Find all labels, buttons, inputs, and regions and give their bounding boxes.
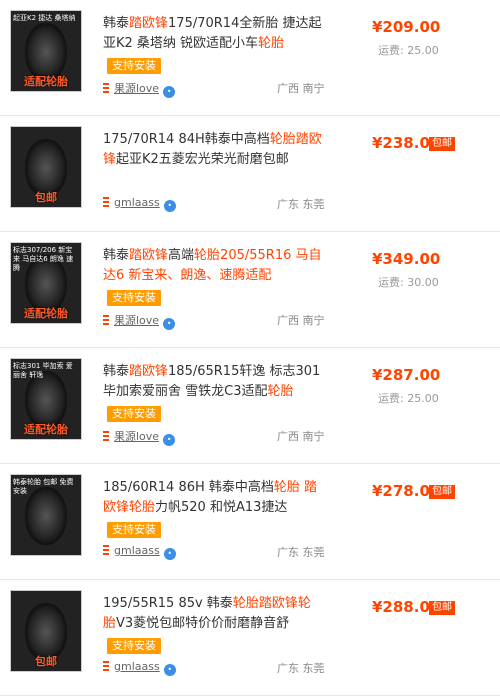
wangwang-chat-icon[interactable]: • — [163, 434, 176, 446]
price: ¥287.00 — [372, 366, 441, 384]
title-segment: 195/55R15 85v 韩泰 — [103, 596, 233, 611]
install-tag: 支持安装 — [107, 638, 161, 654]
thumbnail-caption: 韩泰轮胎 包邮 免费安装 — [13, 478, 74, 495]
product-title[interactable]: 195/55R15 85v 韩泰轮胎踏欧锋轮胎V3菱悦包邮特价价耐磨静音舒 — [103, 594, 323, 634]
product-item[interactable]: 标志307/206 新宝来 马自达6 朗逸 速腾 适配轮胎 韩泰踏欧锋高端轮胎205… — [0, 232, 500, 348]
wangwang-chat-icon[interactable]: • — [163, 200, 176, 212]
thumbnail-caption: 标志307/206 新宝来 马自达6 朗逸 速腾 — [13, 246, 74, 272]
title-segment: 175/70R14 84H韩泰中高档 — [103, 132, 270, 147]
title-segment: 力帆520 和悦A13捷达 — [155, 500, 288, 515]
product-title[interactable]: 185/60R14 86H 韩泰中高档轮胎 踏欧锋轮胎力帆520 和悦A13捷达 — [103, 478, 323, 518]
seller-location: 广东 东莞 — [277, 546, 325, 559]
product-thumbnail[interactable]: 包邮 — [10, 126, 82, 208]
title-segment: 踏欧锋 — [129, 248, 169, 263]
shop-level-icon — [103, 315, 109, 325]
price: ¥209.00 — [372, 18, 441, 36]
thumbnail-badge: 适配轮胎 — [24, 423, 68, 436]
shop-level-icon — [103, 545, 109, 555]
shipping-fee: 运费: 30.00 — [378, 276, 439, 289]
title-segment: 高端 — [168, 248, 195, 263]
install-tag: 支持安装 — [107, 290, 161, 306]
shipping-fee: 运费: 25.00 — [378, 392, 439, 405]
product-item[interactable]: 起亚K2 捷达 桑塔纳 适配轮胎 韩泰踏欧锋175/70R14全新胎 捷达起亚K2 … — [0, 0, 500, 116]
seller-name-link[interactable]: 果源love — [114, 314, 159, 327]
product-thumbnail[interactable]: 包邮 — [10, 590, 82, 672]
price: ¥349.00 — [372, 250, 441, 268]
free-shipping-badge: 包邮 — [429, 137, 455, 151]
seller-name-link[interactable]: gmlaass — [114, 544, 160, 557]
title-segment: 踏欧锋 — [129, 16, 169, 31]
title-segment: 起亚K2五菱宏光荣光耐磨包邮 — [116, 152, 289, 167]
seller-info: gmlaass • — [103, 196, 176, 212]
title-segment: 韩泰 — [103, 364, 130, 379]
free-shipping-badge: 包邮 — [429, 601, 455, 615]
seller-location: 广西 南宁 — [277, 430, 325, 443]
title-segment: 185/60R14 86H 韩泰中高档 — [103, 480, 274, 495]
seller-info: 果源love • — [103, 80, 176, 98]
product-item[interactable]: 标志301 毕加索 爱丽舍 轩逸 适配轮胎 韩泰踏欧锋185/65R15轩逸 标志3… — [0, 348, 500, 464]
thumbnail-badge: 包邮 — [35, 655, 57, 668]
wangwang-chat-icon[interactable]: • — [163, 548, 176, 560]
wangwang-chat-icon[interactable]: • — [163, 318, 176, 330]
product-item[interactable]: 韩泰轮胎 包邮 免费安装 185/60R14 86H 韩泰中高档轮胎 踏欧锋轮胎力… — [0, 464, 500, 580]
product-title[interactable]: 韩泰踏欧锋高端轮胎205/55R16 马自达6 新宝来、朗逸、速腾适配 — [103, 246, 323, 286]
seller-location: 广东 东莞 — [277, 198, 325, 211]
thumbnail-caption: 起亚K2 捷达 桑塔纳 — [13, 14, 76, 22]
seller-location: 广东 东莞 — [277, 662, 325, 675]
thumbnail-badge: 包邮 — [35, 191, 57, 204]
thumbnail-caption: 标志301 毕加索 爱丽舍 轩逸 — [13, 362, 73, 379]
seller-info: gmlaass • — [103, 660, 176, 676]
thumbnail-badge: 适配轮胎 — [24, 307, 68, 320]
shop-level-icon — [103, 431, 109, 441]
install-tag: 支持安装 — [107, 522, 161, 538]
shop-level-icon — [103, 197, 109, 207]
wangwang-chat-icon[interactable]: • — [163, 86, 176, 98]
product-thumbnail[interactable]: 标志307/206 新宝来 马自达6 朗逸 速腾适配轮胎 — [10, 242, 82, 324]
shipping-fee: 运费: 25.00 — [378, 44, 439, 57]
title-segment: 韩泰 — [103, 248, 130, 263]
seller-name-link[interactable]: gmlaass — [114, 660, 160, 673]
title-segment: 轮胎 — [267, 384, 294, 399]
free-shipping-badge: 包邮 — [429, 485, 455, 499]
title-segment: V3菱悦包邮特价价耐磨静音舒 — [116, 616, 290, 631]
shop-level-icon — [103, 83, 109, 93]
seller-location: 广西 南宁 — [277, 82, 325, 95]
seller-name-link[interactable]: 果源love — [114, 82, 159, 95]
seller-location: 广西 南宁 — [277, 314, 325, 327]
product-title[interactable]: 175/70R14 84H韩泰中高档轮胎踏欧锋起亚K2五菱宏光荣光耐磨包邮 — [103, 130, 323, 170]
product-item[interactable]: 包邮 195/55R15 85v 韩泰轮胎踏欧锋轮胎V3菱悦包邮特价价耐磨静音舒支… — [0, 580, 500, 696]
seller-name-link[interactable]: 果源love — [114, 430, 159, 443]
title-segment: 韩泰 — [103, 16, 130, 31]
product-thumbnail[interactable]: 韩泰轮胎 包邮 免费安装 — [10, 474, 82, 556]
product-item[interactable]: 包邮 175/70R14 84H韩泰中高档轮胎踏欧锋起亚K2五菱宏光荣光耐磨包邮 g… — [0, 116, 500, 232]
shop-level-icon — [103, 661, 109, 671]
install-tag: 支持安装 — [107, 58, 161, 74]
title-segment: 踏欧锋 — [129, 364, 169, 379]
product-thumbnail[interactable]: 标志301 毕加索 爱丽舍 轩逸适配轮胎 — [10, 358, 82, 440]
title-segment: 轮胎 — [258, 36, 285, 51]
wangwang-chat-icon[interactable]: • — [163, 664, 176, 676]
seller-info: gmlaass • — [103, 544, 176, 560]
product-title[interactable]: 韩泰踏欧锋185/65R15轩逸 标志301毕加索爱丽舍 雪铁龙C3适配轮胎 — [103, 362, 323, 402]
product-thumbnail[interactable]: 起亚K2 捷达 桑塔纳适配轮胎 — [10, 10, 82, 92]
install-tag: 支持安装 — [107, 406, 161, 422]
seller-info: 果源love • — [103, 428, 176, 446]
seller-name-link[interactable]: gmlaass — [114, 196, 160, 209]
product-title[interactable]: 韩泰踏欧锋175/70R14全新胎 捷达起亚K2 桑塔纳 锐欧适配小车轮胎 — [103, 14, 323, 54]
thumbnail-badge: 适配轮胎 — [24, 75, 68, 88]
seller-info: 果源love • — [103, 312, 176, 330]
